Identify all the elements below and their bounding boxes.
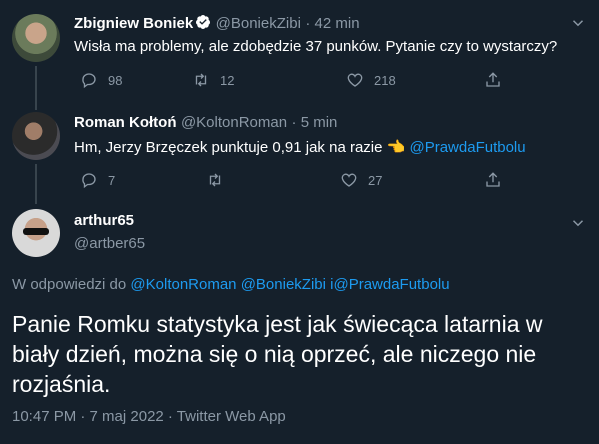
share-button[interactable] bbox=[484, 71, 512, 89]
reply-prefix: W odpowiedzi do bbox=[12, 276, 131, 293]
avatar-glasses bbox=[23, 228, 49, 235]
thread-line bbox=[35, 66, 37, 110]
reply-mention-kolton[interactable]: @KoltonRoman bbox=[130, 276, 236, 293]
verified-icon bbox=[196, 15, 211, 29]
more-caret-icon[interactable] bbox=[569, 214, 587, 232]
timestamp[interactable]: · 42 min bbox=[305, 15, 359, 32]
avatar[interactable] bbox=[12, 112, 60, 160]
retweet-icon bbox=[209, 173, 221, 187]
reply-mention-boniek[interactable]: @BoniekZibi bbox=[241, 276, 326, 293]
like-button[interactable]: 27 bbox=[340, 171, 382, 189]
tweet-meta[interactable]: 10:47 PM · 7 maj 2022 · Twitter Web App bbox=[12, 408, 286, 425]
like-count: 27 bbox=[368, 172, 383, 188]
timestamp[interactable]: · 5 min bbox=[292, 114, 338, 131]
reply-icon bbox=[82, 173, 96, 189]
share-icon bbox=[486, 172, 500, 187]
tweet-text: Wisła ma problemy, ale zdobędzie 37 punk… bbox=[74, 38, 558, 55]
more-caret-icon[interactable] bbox=[569, 14, 587, 32]
author-handle[interactable]: @KoltonRoman bbox=[181, 114, 287, 131]
like-count: 218 bbox=[374, 72, 396, 88]
like-icon bbox=[341, 173, 357, 187]
main-tweet-text: Panie Romku statystyka jest jak świecąca… bbox=[12, 311, 543, 397]
reply-count: 98 bbox=[108, 72, 123, 88]
author-handle[interactable]: @artber65 bbox=[74, 235, 145, 252]
author-name[interactable]: arthur65 bbox=[74, 212, 134, 229]
share-button[interactable] bbox=[484, 171, 512, 189]
author-handle[interactable]: @BoniekZibi bbox=[216, 15, 301, 32]
tweet-text: Hm, Jerzy Brzęczek punktuje 0,91 jak na … bbox=[74, 139, 406, 156]
reply-button[interactable]: 98 bbox=[80, 71, 122, 89]
avatar[interactable] bbox=[12, 14, 60, 62]
reply-icon bbox=[82, 73, 96, 89]
like-icon bbox=[347, 73, 363, 87]
author-name[interactable]: Zbigniew Boniek bbox=[74, 15, 193, 32]
retweet-button[interactable]: 12 bbox=[192, 71, 234, 89]
like-button[interactable]: 218 bbox=[346, 71, 396, 89]
avatar[interactable] bbox=[12, 209, 60, 257]
thread-line bbox=[35, 164, 37, 204]
author-name[interactable]: Roman Kołtoń bbox=[74, 114, 177, 131]
retweet-button[interactable] bbox=[206, 171, 234, 189]
reply-count: 7 bbox=[108, 172, 116, 188]
reply-button[interactable]: 7 bbox=[80, 171, 115, 189]
mention-link[interactable]: @PrawdaFutbolu bbox=[409, 139, 525, 156]
retweet-icon bbox=[195, 73, 207, 87]
retweet-count: 12 bbox=[220, 72, 235, 88]
reply-mention-prawda[interactable]: @PrawdaFutbolu bbox=[333, 276, 449, 293]
share-icon bbox=[486, 72, 500, 87]
reply-context: W odpowiedzi do @KoltonRoman @BoniekZibi… bbox=[12, 276, 450, 293]
